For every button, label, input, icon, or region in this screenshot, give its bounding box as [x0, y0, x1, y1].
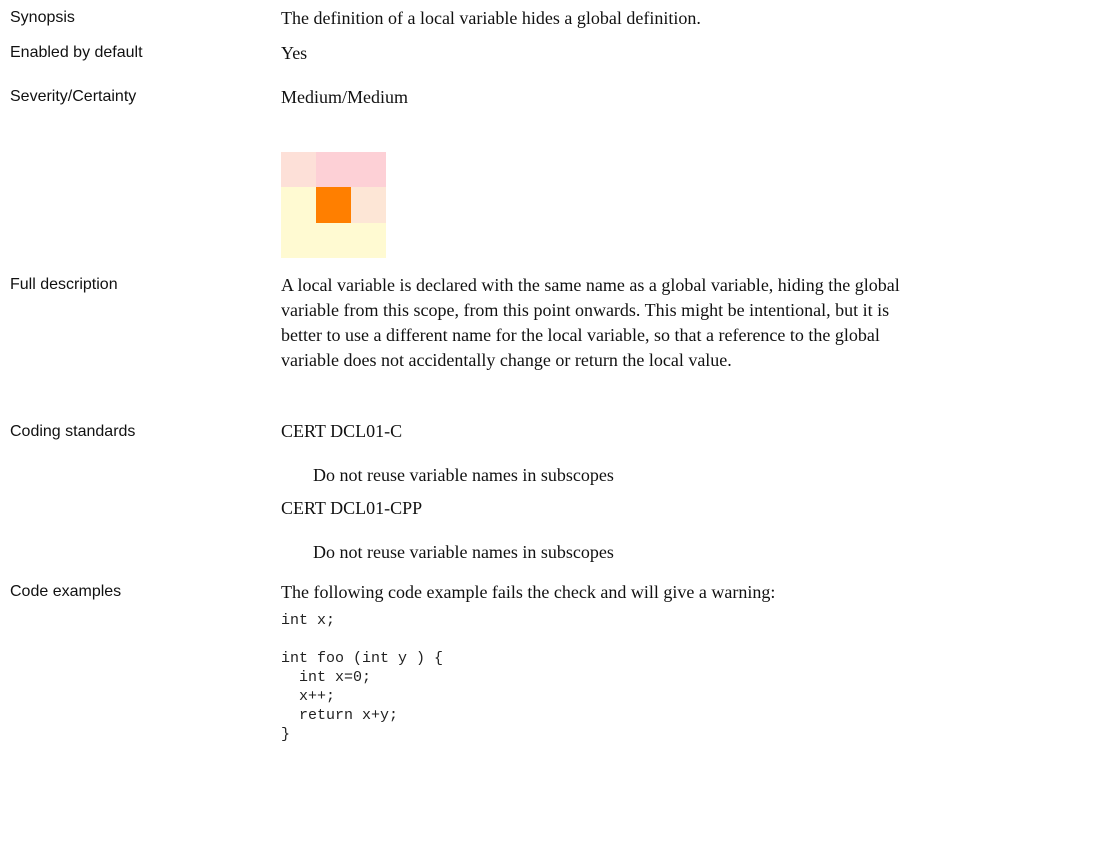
enabled-label: Enabled by default — [10, 44, 143, 61]
matrix-cell — [351, 152, 386, 187]
enabled-value: Yes — [281, 43, 308, 63]
matrix-cell — [316, 223, 351, 258]
full-description-value: A local variable is declared with the sa… — [281, 273, 1101, 373]
severity-certainty-matrix — [281, 152, 386, 258]
coding-standards-label: Coding standards — [10, 423, 136, 440]
synopsis-label: Synopsis — [10, 9, 75, 26]
standard-description: Do not reuse variable names in subscopes — [313, 465, 614, 485]
code-block: int x; int foo (int y ) { int x=0; x++; … — [281, 611, 443, 744]
description-line: variable from this scope, from this poin… — [281, 300, 890, 320]
standard-name: CERT DCL01-C — [281, 421, 403, 441]
severity-value: Medium/Medium — [281, 87, 408, 107]
standard-name: CERT DCL01-CPP — [281, 498, 423, 518]
description-line: A local variable is declared with the sa… — [281, 275, 900, 295]
synopsis-value: The definition of a local variable hides… — [281, 8, 701, 28]
code-line: return x+y; — [281, 707, 399, 724]
matrix-cell — [351, 223, 386, 258]
matrix-cell-highlighted — [316, 187, 351, 223]
description-line: better to use a different name for the l… — [281, 325, 880, 345]
code-line: int foo (int y ) { — [281, 650, 444, 667]
standard-description: Do not reuse variable names in subscopes — [313, 542, 614, 562]
code-line: } — [281, 726, 291, 743]
matrix-cell — [281, 223, 316, 258]
matrix-cell — [351, 187, 386, 223]
code-line: x++; — [281, 688, 336, 705]
full-description-label: Full description — [10, 276, 118, 293]
code-line: int x; — [281, 612, 336, 629]
matrix-cell — [281, 187, 316, 223]
severity-label: Severity/Certainty — [10, 88, 137, 105]
description-line: variable does not accidentally change or… — [281, 350, 732, 370]
matrix-cell — [281, 152, 316, 187]
code-examples-intro: The following code example fails the che… — [281, 582, 776, 602]
code-line: int x=0; — [281, 669, 372, 686]
code-examples-label: Code examples — [10, 583, 122, 600]
matrix-cell — [316, 152, 351, 187]
